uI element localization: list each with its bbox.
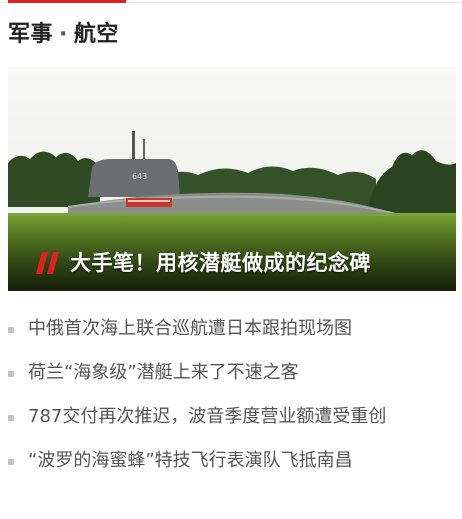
list-item: 中俄首次海上联合巡航遭日本跟拍现场图 xyxy=(8,316,456,360)
section-title-sub: 航空 xyxy=(73,22,119,47)
section-title-separator: · xyxy=(59,22,68,47)
list-item: “波罗的海蜜蜂”特技飞行表演队飞抵南昌 xyxy=(8,448,456,492)
svg-text:643: 643 xyxy=(132,172,147,181)
bullet-square-icon xyxy=(8,327,14,333)
news-link[interactable]: 荷兰“海象级”潜艇上来了不速之客 xyxy=(28,360,299,386)
news-link[interactable]: 787交付再次推迟，波音季度营业额遭受重创 xyxy=(28,404,386,430)
section-title[interactable]: 军事 · 航空 xyxy=(8,18,119,52)
hero-caption: 大手笔！用核潜艇做成的纪念碑 xyxy=(30,248,371,278)
accent-bar xyxy=(8,0,126,3)
news-link[interactable]: “波罗的海蜜蜂”特技飞行表演队飞抵南昌 xyxy=(28,448,353,474)
section-top-rule xyxy=(0,0,462,5)
hero-feature-card[interactable]: 643 大手笔！用核潜艇做成的纪念碑 xyxy=(8,67,456,291)
section-title-main: 军事 xyxy=(8,22,54,47)
bullet-square-icon xyxy=(8,371,14,377)
double-slash-quote-icon xyxy=(36,252,59,274)
list-item: 787交付再次推迟，波音季度营业额遭受重创 xyxy=(8,404,456,448)
news-list: 中俄首次海上联合巡航遭日本跟拍现场图 荷兰“海象级”潜艇上来了不速之客 787交… xyxy=(8,316,456,492)
hero-caption-text: 大手笔！用核潜艇做成的纪念碑 xyxy=(70,251,371,275)
bullet-square-icon xyxy=(8,459,14,465)
news-link[interactable]: 中俄首次海上联合巡航遭日本跟拍现场图 xyxy=(28,316,352,342)
bullet-square-icon xyxy=(8,415,14,421)
list-item: 荷兰“海象级”潜艇上来了不速之客 xyxy=(8,360,456,404)
